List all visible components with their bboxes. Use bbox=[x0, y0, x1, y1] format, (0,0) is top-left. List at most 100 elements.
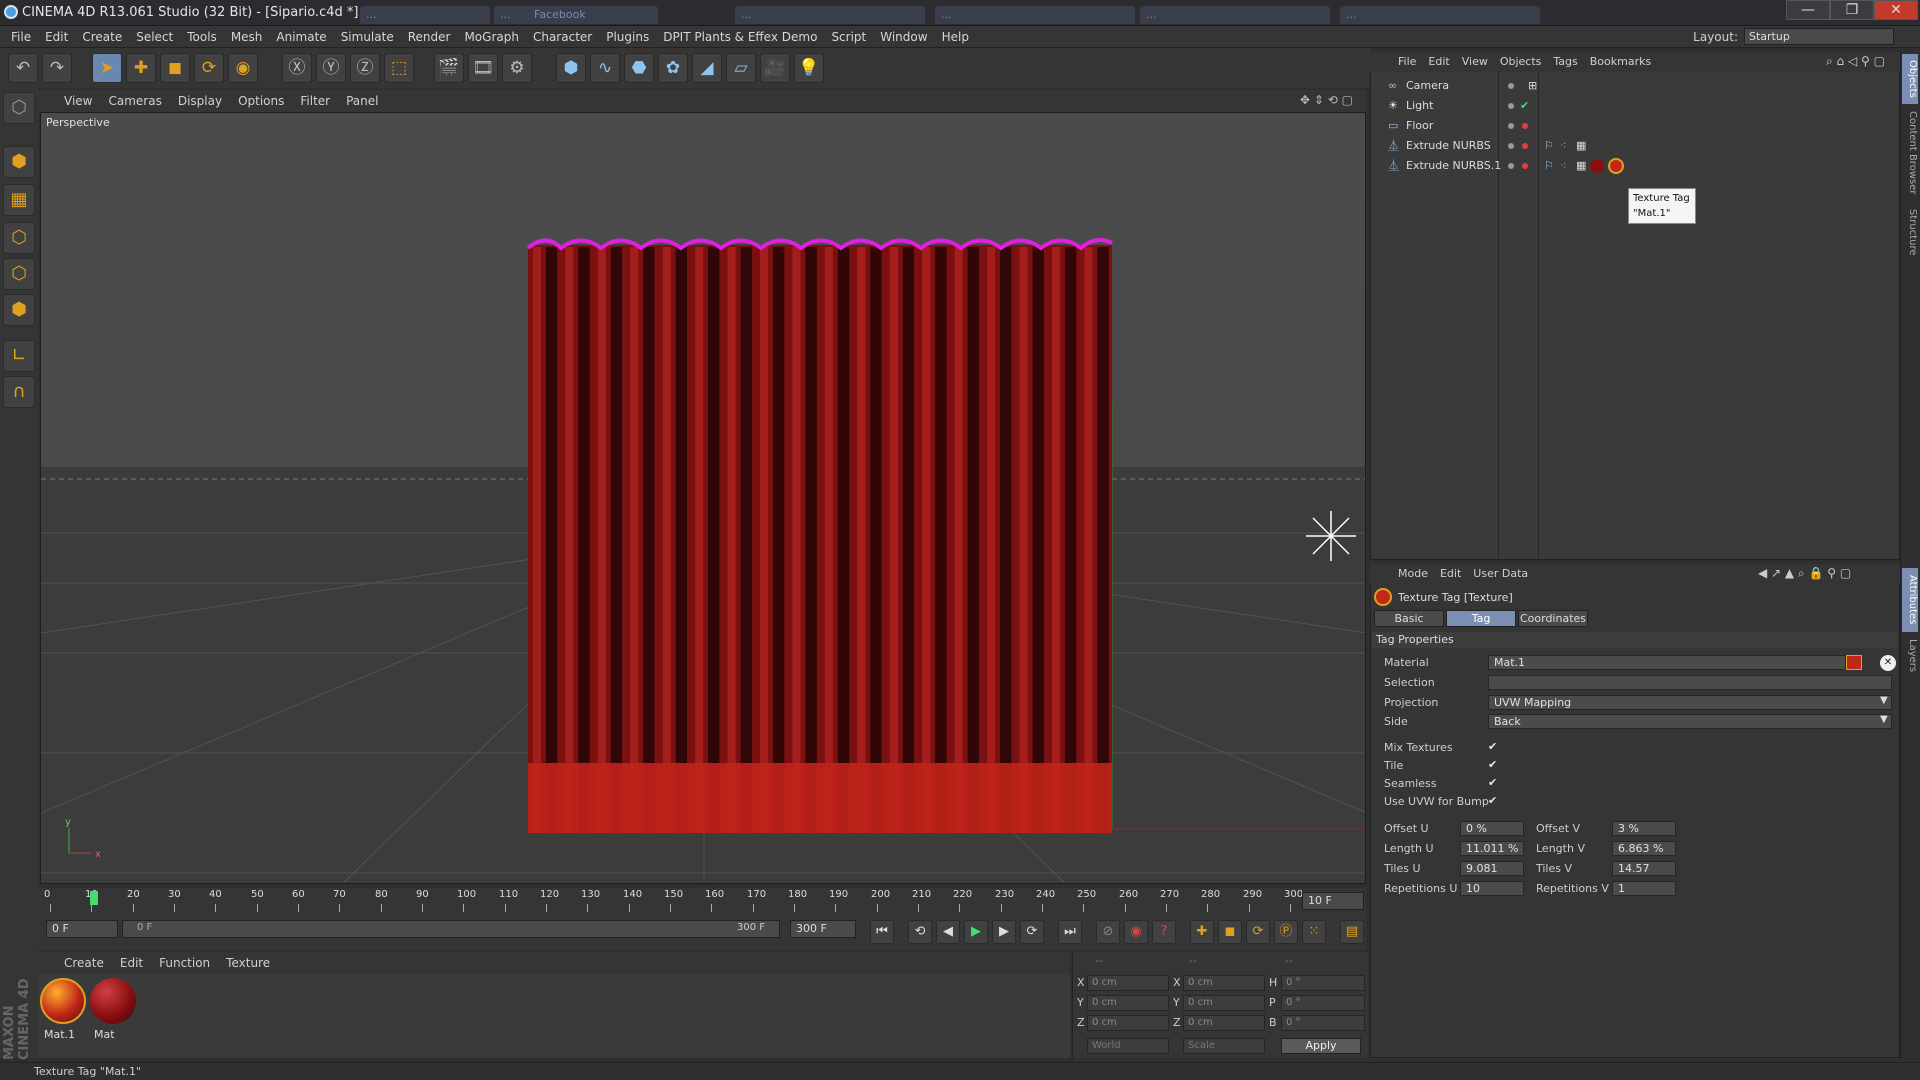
menu-create[interactable]: Create bbox=[75, 26, 129, 48]
points-mode-icon[interactable]: ⬡ bbox=[3, 222, 35, 254]
background-tab[interactable]: ... bbox=[1340, 6, 1540, 24]
menu-select[interactable]: Select bbox=[129, 26, 180, 48]
object-row-light[interactable]: ☀ Light ✔ bbox=[1372, 96, 1898, 116]
material-menu-texture[interactable]: Texture bbox=[218, 952, 278, 974]
menu-render[interactable]: Render bbox=[401, 26, 458, 48]
texture-mode-icon[interactable]: ▦ bbox=[3, 184, 35, 216]
size-z-field[interactable]: 0 cm bbox=[1183, 1015, 1265, 1031]
tiles-v-field[interactable]: 14.57 bbox=[1612, 861, 1676, 876]
tile-checkbox[interactable]: ✔ bbox=[1488, 759, 1500, 771]
background-tab[interactable]: ... bbox=[360, 6, 490, 24]
keyframe-selection-icon[interactable]: ? bbox=[1152, 920, 1176, 944]
menu-character[interactable]: Character bbox=[526, 26, 599, 48]
visibility-dot[interactable] bbox=[1508, 163, 1514, 169]
preview-range-slider[interactable]: 0 F 300 F bbox=[122, 920, 780, 938]
coordinate-space-select[interactable]: World bbox=[1087, 1038, 1169, 1054]
viewport-menu-display[interactable]: Display bbox=[170, 90, 230, 112]
go-to-start-icon[interactable]: ⏮ bbox=[870, 920, 894, 944]
visibility-dot[interactable] bbox=[1508, 123, 1514, 129]
menu-help[interactable]: Help bbox=[935, 26, 976, 48]
objects-menu-bookmarks[interactable]: Bookmarks bbox=[1584, 52, 1657, 72]
objects-menu-tags[interactable]: Tags bbox=[1547, 52, 1583, 72]
menu-dpit[interactable]: DPIT Plants & Effex Demo bbox=[656, 26, 824, 48]
next-key-icon[interactable]: ⟳ bbox=[1020, 920, 1044, 944]
viewport-menu-cameras[interactable]: Cameras bbox=[100, 90, 169, 112]
phong-tag-icon[interactable]: ⚐ bbox=[1544, 136, 1554, 156]
perspective-viewport[interactable]: y x bbox=[40, 112, 1366, 884]
edges-mode-icon[interactable]: ⬡ bbox=[3, 258, 35, 290]
phong-tag-icon[interactable]: ⚐ bbox=[1544, 156, 1554, 176]
timeline-window-icon[interactable]: ▤ bbox=[1340, 920, 1364, 944]
object-row-extrude-nurbs-1[interactable]: ⏅ Extrude NURBS.1 ⚐ ⁖ ▦ bbox=[1372, 156, 1898, 176]
key-rotation-icon[interactable]: ⟳ bbox=[1246, 920, 1270, 944]
live-select-icon[interactable]: ➤ bbox=[92, 53, 122, 83]
y-axis-icon[interactable]: Ⓨ bbox=[316, 53, 346, 83]
viewport-menu-view[interactable]: View bbox=[56, 90, 100, 112]
visibility-dot[interactable] bbox=[1508, 143, 1514, 149]
position-z-field[interactable]: 0 cm bbox=[1087, 1015, 1169, 1031]
record-keys-icon[interactable]: ⊘ bbox=[1096, 920, 1120, 944]
light-icon[interactable]: 💡 bbox=[794, 53, 824, 83]
seamless-checkbox[interactable]: ✔ bbox=[1488, 777, 1500, 789]
object-row-extrude-nurbs[interactable]: ⏅ Extrude NURBS ⚐ ⁖ ▦ bbox=[1372, 136, 1898, 156]
link-clear-icon[interactable]: ✕ bbox=[1880, 655, 1896, 671]
tab-layers-vertical[interactable]: Layers bbox=[1902, 636, 1918, 676]
background-tab[interactable]: ... bbox=[735, 6, 925, 24]
redo-icon[interactable]: ↷ bbox=[42, 53, 72, 83]
material-preview-icon[interactable] bbox=[1846, 655, 1862, 670]
uvw-tag-icon[interactable]: ⁖ bbox=[1560, 136, 1566, 156]
move-icon[interactable]: ✚ bbox=[126, 53, 156, 83]
position-x-field[interactable]: 0 cm bbox=[1087, 975, 1169, 991]
tab-coordinates[interactable]: Coordinates bbox=[1518, 610, 1588, 627]
repetitions-u-field[interactable]: 10 bbox=[1460, 881, 1524, 896]
attributes-nav-icons[interactable]: ◀ ↗ ▲ ⌕ 🔒 ⚲ ▢ bbox=[1758, 566, 1851, 581]
background-tab[interactable]: ... bbox=[1140, 6, 1330, 24]
play-icon[interactable]: ▶ bbox=[964, 920, 988, 944]
key-pla-icon[interactable]: ⁙ bbox=[1302, 920, 1326, 944]
viewport-nav-icons[interactable]: ✥ ⇕ ⟲ ▢ bbox=[1300, 93, 1353, 107]
previous-frame-icon[interactable]: ◀ bbox=[936, 920, 960, 944]
attributes-menu-mode[interactable]: Mode bbox=[1392, 564, 1434, 584]
material-menu-create[interactable]: Create bbox=[56, 952, 112, 974]
scale-icon[interactable]: ◼ bbox=[160, 53, 190, 83]
axis-mode-icon[interactable]: ∟ bbox=[3, 340, 35, 372]
deformer-icon[interactable]: ◢ bbox=[692, 53, 722, 83]
last-tool-icon[interactable]: ◉ bbox=[228, 53, 258, 83]
material-swatch-mat1[interactable] bbox=[40, 978, 86, 1024]
array-icon[interactable]: ✿ bbox=[658, 53, 688, 83]
use-uvw-bump-checkbox[interactable]: ✔ bbox=[1488, 795, 1500, 807]
menu-plugins[interactable]: Plugins bbox=[599, 26, 656, 48]
repetitions-v-field[interactable]: 1 bbox=[1612, 881, 1676, 896]
rotation-h-field[interactable]: 0 ° bbox=[1281, 975, 1365, 991]
material-tag-icon[interactable] bbox=[1590, 159, 1604, 173]
x-axis-icon[interactable]: Ⓧ bbox=[282, 53, 312, 83]
selection-field[interactable] bbox=[1488, 675, 1892, 690]
z-axis-icon[interactable]: Ⓩ bbox=[350, 53, 380, 83]
undo-icon[interactable]: ↶ bbox=[8, 53, 38, 83]
object-row-camera[interactable]: ∞ Camera ⊞ bbox=[1372, 76, 1898, 96]
start-frame-field[interactable]: 0 F bbox=[46, 920, 118, 938]
current-frame-field[interactable]: 10 F bbox=[1302, 892, 1364, 910]
texture-tag-mat1-icon[interactable] bbox=[1608, 158, 1624, 174]
make-editable-icon[interactable]: ⬡ bbox=[3, 92, 35, 124]
length-u-field[interactable]: 11.011 % bbox=[1460, 841, 1524, 856]
go-to-end-icon[interactable]: ⏭ bbox=[1058, 920, 1082, 944]
size-mode-select[interactable]: Scale bbox=[1183, 1038, 1265, 1054]
visibility-dot[interactable] bbox=[1508, 83, 1514, 89]
checker-tag-icon[interactable]: ▦ bbox=[1576, 156, 1586, 176]
apply-button[interactable]: Apply bbox=[1281, 1038, 1361, 1054]
attributes-menu-user-data[interactable]: User Data bbox=[1467, 564, 1534, 584]
length-v-field[interactable]: 6.863 % bbox=[1612, 841, 1676, 856]
floor-icon[interactable]: ▱ bbox=[726, 53, 756, 83]
menu-script[interactable]: Script bbox=[824, 26, 873, 48]
rotate-icon[interactable]: ⟳ bbox=[194, 53, 224, 83]
mix-textures-checkbox[interactable]: ✔ bbox=[1488, 741, 1500, 753]
cube-icon[interactable]: ⬢ bbox=[556, 53, 586, 83]
enabled-check-icon[interactable]: ✔ bbox=[1520, 96, 1529, 116]
render-settings-icon[interactable]: ⚙ bbox=[502, 53, 532, 83]
camera-icon[interactable]: 🎥 bbox=[760, 53, 790, 83]
menu-animate[interactable]: Animate bbox=[269, 26, 333, 48]
menu-tools[interactable]: Tools bbox=[180, 26, 224, 48]
autokey-icon[interactable]: ◉ bbox=[1124, 920, 1148, 944]
menu-mesh[interactable]: Mesh bbox=[224, 26, 270, 48]
